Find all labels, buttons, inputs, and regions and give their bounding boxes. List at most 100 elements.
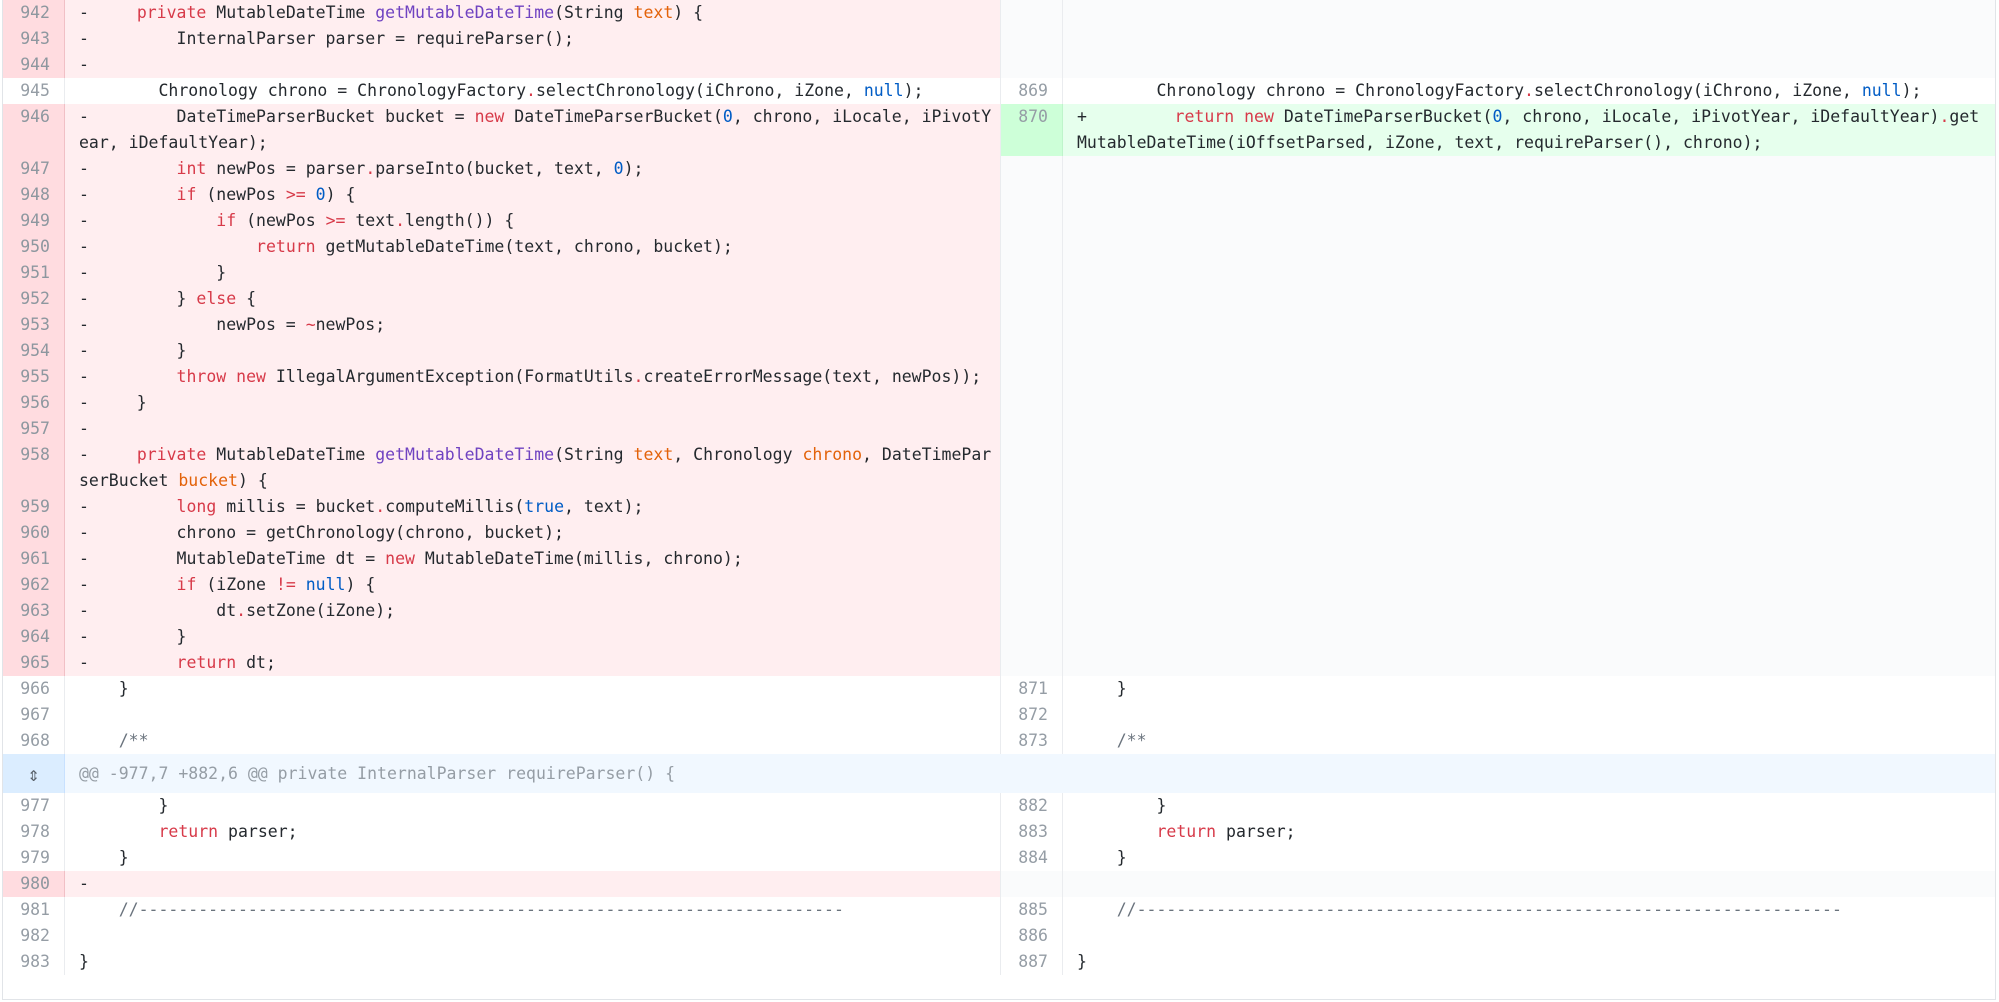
left-code: - return getMutableDateTime(text, chrono… [65, 234, 1000, 260]
right-code: return parser; [1156, 822, 1296, 841]
right-code-empty [1063, 416, 1995, 442]
left-line-number[interactable]: 964 [3, 624, 65, 650]
diff-row: 983} 887} [3, 949, 1995, 975]
left-line-number[interactable]: 978 [3, 819, 65, 845]
left-code [65, 923, 1000, 949]
left-line-number[interactable]: 944 [3, 52, 65, 78]
right-line [1000, 650, 1995, 676]
right-code-empty [1063, 208, 1995, 234]
right-line-number[interactable]: 882 [1001, 793, 1063, 819]
diff-row: 959- long millis = bucket.computeMillis(… [3, 494, 1995, 520]
left-line-number[interactable]: 942 [3, 0, 65, 26]
left-code: - } [65, 260, 1000, 286]
left-line-number[interactable]: 977 [3, 793, 65, 819]
right-line [1000, 364, 1995, 390]
left-line-number[interactable]: 959 [3, 494, 65, 520]
right-line-number[interactable]: 871 [1001, 676, 1063, 702]
left-line-number[interactable]: 948 [3, 182, 65, 208]
right-code-empty [1063, 0, 1995, 26]
left-line-number[interactable]: 981 [3, 897, 65, 923]
left-line-number[interactable]: 949 [3, 208, 65, 234]
left-line-number[interactable]: 962 [3, 572, 65, 598]
left-line: 947- int newPos = parser.parseInto(bucke… [3, 156, 1000, 182]
right-line-number-empty [1001, 390, 1063, 416]
right-code [1063, 923, 1995, 949]
left-line-number[interactable]: 955 [3, 364, 65, 390]
left-line-number[interactable]: 947 [3, 156, 65, 182]
right-line-number[interactable]: 872 [1001, 702, 1063, 728]
left-code: - [65, 871, 1000, 897]
diff-row: 950- return getMutableDateTime(text, chr… [3, 234, 1995, 260]
diff-row: 944- [3, 52, 1995, 78]
left-line-number[interactable]: 950 [3, 234, 65, 260]
left-line: 967 [3, 702, 1000, 728]
left-line-number[interactable]: 967 [3, 702, 65, 728]
right-line: 872 [1000, 702, 1995, 728]
right-line-number-empty [1001, 0, 1063, 26]
right-line-number-empty [1001, 598, 1063, 624]
right-code-empty [1063, 520, 1995, 546]
right-line: 883 return parser; [1000, 819, 1995, 845]
right-line-number[interactable]: 883 [1001, 819, 1063, 845]
left-line-number[interactable]: 980 [3, 871, 65, 897]
right-line-number[interactable]: 887 [1001, 949, 1063, 975]
left-line: 948- if (newPos >= 0) { [3, 182, 1000, 208]
right-line: 885 //----------------------------------… [1000, 897, 1995, 923]
right-code-empty [1063, 312, 1995, 338]
left-line-number[interactable]: 966 [3, 676, 65, 702]
hunk-header-row: ⇕ @@ -977,7 +882,6 @@ private InternalPar… [3, 754, 1995, 793]
left-line-number[interactable]: 954 [3, 338, 65, 364]
left-line-number[interactable]: 982 [3, 923, 65, 949]
right-line [1000, 208, 1995, 234]
left-line-number[interactable]: 943 [3, 26, 65, 52]
left-line-number[interactable]: 961 [3, 546, 65, 572]
right-line: 869 Chronology chrono = ChronologyFactor… [1000, 78, 1995, 104]
right-code [1063, 702, 1995, 728]
diff-row: 977 } 882 } [3, 793, 1995, 819]
diff-row: 952- } else { [3, 286, 1995, 312]
left-line: 962- if (iZone != null) { [3, 572, 1000, 598]
left-line-number[interactable]: 979 [3, 845, 65, 871]
right-code: } [1077, 848, 1127, 867]
right-line [1000, 52, 1995, 78]
right-line [1000, 390, 1995, 416]
left-line-number[interactable]: 960 [3, 520, 65, 546]
right-line [1000, 624, 1995, 650]
left-line-number[interactable]: 958 [3, 442, 65, 494]
left-code: - return dt; [65, 650, 1000, 676]
left-line-number[interactable]: 968 [3, 728, 65, 754]
diff-row: 960- chrono = getChronology(chrono, buck… [3, 520, 1995, 546]
right-code-empty [1063, 52, 1995, 78]
expand-icon[interactable]: ⇕ [3, 754, 65, 793]
right-line-number[interactable]: 885 [1001, 897, 1063, 923]
right-line-number[interactable]: 873 [1001, 728, 1063, 754]
right-line-number[interactable]: 884 [1001, 845, 1063, 871]
left-code: } [79, 848, 129, 867]
left-line-number[interactable]: 946 [3, 104, 65, 156]
left-line-number[interactable]: 965 [3, 650, 65, 676]
left-line-number[interactable]: 957 [3, 416, 65, 442]
left-line-number[interactable]: 963 [3, 598, 65, 624]
right-line-number-empty [1001, 650, 1063, 676]
left-code: - if (iZone != null) { [65, 572, 1000, 598]
right-line-number-empty [1001, 52, 1063, 78]
right-line [1000, 286, 1995, 312]
right-line-number[interactable]: 870 [1001, 104, 1063, 156]
left-line-number[interactable]: 983 [3, 949, 65, 975]
left-line-number[interactable]: 952 [3, 286, 65, 312]
left-line-number[interactable]: 956 [3, 390, 65, 416]
right-line-number[interactable]: 886 [1001, 923, 1063, 949]
left-line-number[interactable]: 951 [3, 260, 65, 286]
right-line-number[interactable]: 869 [1001, 78, 1063, 104]
left-line: 957- [3, 416, 1000, 442]
right-line-number-empty [1001, 572, 1063, 598]
right-line-number-empty [1001, 312, 1063, 338]
left-line-number[interactable]: 953 [3, 312, 65, 338]
right-line [1000, 520, 1995, 546]
right-code-empty [1063, 234, 1995, 260]
left-line: 980- [3, 871, 1000, 897]
left-line-number[interactable]: 945 [3, 78, 65, 104]
left-line: 958- private MutableDateTime getMutableD… [3, 442, 1000, 494]
diff-row: 956- } [3, 390, 1995, 416]
left-line: 964- } [3, 624, 1000, 650]
